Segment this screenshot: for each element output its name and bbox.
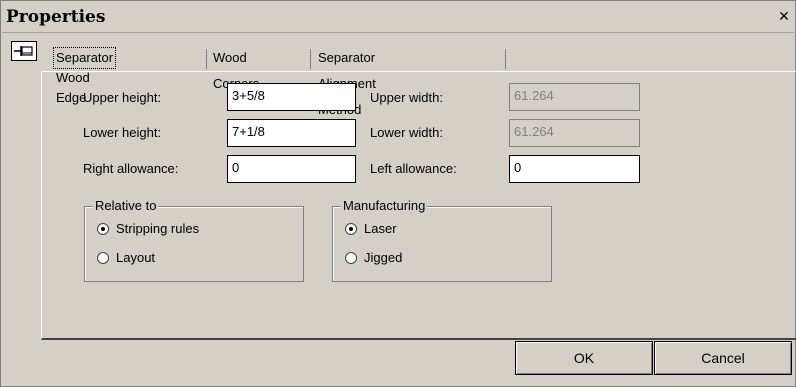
ok-button[interactable]: OK — [515, 341, 653, 375]
lower-height-field[interactable]: 7+1/8 — [227, 119, 356, 147]
right-allowance-label: Right allowance: — [83, 161, 179, 176]
close-icon[interactable]: ✕ — [776, 10, 792, 25]
window-title: Properties — [6, 7, 106, 27]
cancel-button[interactable]: Cancel — [654, 341, 792, 375]
lower-height-label: Lower height: — [83, 125, 162, 140]
radio-label: Stripping rules — [116, 221, 200, 236]
radio-selected-icon — [345, 222, 357, 235]
manufacturing-legend: Manufacturing — [341, 198, 428, 213]
radio-layout[interactable]: Layout — [97, 250, 155, 265]
tab-separator-alignment-method[interactable]: Separator Alignment Method — [318, 45, 376, 117]
radio-stripping-rules[interactable]: Stripping rules — [97, 221, 199, 236]
title-bar[interactable]: Properties ✕ — [2, 2, 794, 33]
properties-window: Properties ✕ Separator Wood Edge Wood Co… — [0, 0, 796, 387]
radio-jigged[interactable]: Jigged — [345, 250, 402, 265]
radio-unselected-icon — [97, 251, 109, 264]
radio-unselected-icon — [345, 251, 357, 264]
upper-height-field[interactable]: 3+5/8 — [227, 83, 356, 111]
tab-wood-corners[interactable]: Wood Corners — [213, 45, 259, 91]
radio-label: Jigged — [364, 250, 403, 265]
relative-to-legend: Relative to — [93, 198, 159, 213]
lower-width-label: Lower width: — [370, 125, 443, 140]
radio-selected-icon — [97, 222, 109, 235]
relative-to-group: Relative to Stripping rules Layout — [84, 198, 304, 282]
tab-divider — [505, 49, 506, 69]
lower-width-field: 61.264 — [509, 119, 640, 147]
right-allowance-field[interactable]: 0 — [227, 155, 356, 183]
left-allowance-label: Left allowance: — [370, 161, 457, 176]
upper-width-field: 61.264 — [509, 83, 640, 111]
radio-label: Layout — [116, 250, 156, 265]
pin-icon[interactable] — [11, 41, 37, 61]
left-allowance-field[interactable]: 0 — [509, 155, 640, 183]
radio-laser[interactable]: Laser — [345, 221, 397, 236]
tab-separator-wood-edge[interactable]: Separator Wood Edge — [53, 47, 117, 105]
tab-divider — [310, 49, 311, 69]
manufacturing-group: Manufacturing Laser Jigged — [332, 198, 552, 282]
upper-width-label: Upper width: — [370, 90, 443, 105]
radio-label: Laser — [364, 221, 397, 236]
upper-height-label: Upper height: — [83, 90, 162, 105]
tab-divider — [206, 49, 207, 69]
